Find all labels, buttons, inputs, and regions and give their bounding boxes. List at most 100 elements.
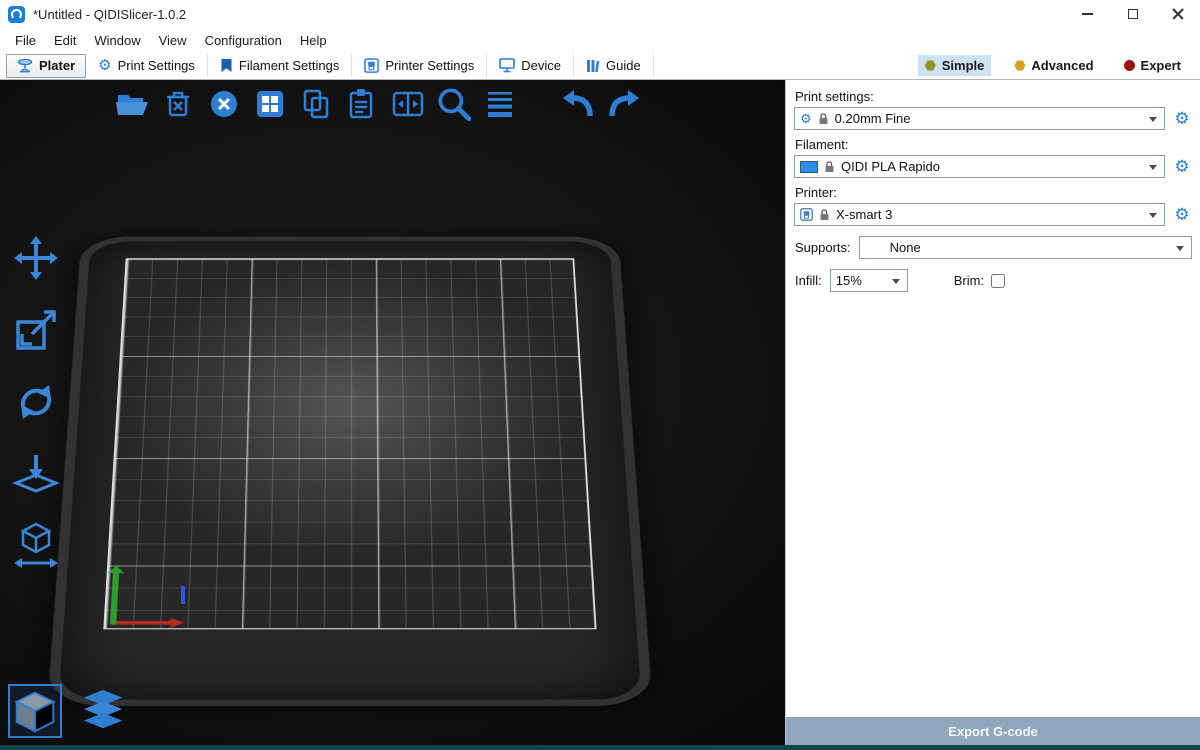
measure-button[interactable] [8,520,64,572]
3d-viewport[interactable] [0,80,785,750]
printer-settings-icon [364,58,379,73]
tab-guide[interactable]: Guide [574,54,654,77]
filament-color-swatch [800,161,818,173]
print-settings-value: 0.20mm Fine [835,111,911,126]
move-button[interactable] [8,232,64,284]
paste-icon [343,85,381,123]
filament-label: Filament: [795,137,1192,152]
tab-device[interactable]: Device [487,54,574,77]
printer-label: Printer: [795,185,1192,200]
z-axis-indicator [181,586,185,604]
printer-gear-button[interactable]: ⚙ [1172,205,1192,225]
supports-label: Supports: [795,240,851,255]
mode-simple[interactable]: Simple [918,55,992,76]
tab-print-settings[interactable]: ⚙ Print Settings [86,54,208,77]
menu-view[interactable]: View [150,30,196,51]
filament-gear-button[interactable]: ⚙ [1172,157,1192,177]
split-icon [389,85,427,123]
scale-button[interactable] [8,304,64,356]
profile-gear-icon: ⚙ [800,112,812,125]
infill-combo[interactable]: 15% [830,269,908,292]
maximize-button[interactable] [1110,0,1155,28]
tab-filament-settings-label: Filament Settings [239,58,339,73]
rotate-button[interactable] [8,376,64,428]
filament-combo[interactable]: QIDI PLA Rapido [794,155,1165,178]
top-toolbar [112,84,644,124]
view-toggles [8,684,130,738]
printer-icon [800,208,813,221]
variable-layer-height-icon [481,85,519,123]
chevron-down-icon [1176,246,1184,251]
mode-advanced-label: Advanced [1031,58,1093,73]
layers-view-icon [80,688,126,734]
tab-printer-settings-label: Printer Settings [385,58,474,73]
print-settings-gear-button[interactable]: ⚙ [1172,109,1192,129]
bed-grid-surface [103,258,596,629]
redo-icon [605,85,643,123]
3d-view-button[interactable] [8,684,62,738]
tab-printer-settings[interactable]: Printer Settings [352,54,487,77]
copy-button[interactable] [296,84,336,124]
guide-icon [586,59,600,73]
menu-help[interactable]: Help [291,30,336,51]
redo-button[interactable] [604,84,644,124]
undo-button[interactable] [558,84,598,124]
print-bed [115,95,585,750]
menu-file[interactable]: File [6,30,45,51]
move-icon [12,234,60,282]
menu-configuration[interactable]: Configuration [196,30,291,51]
arrange-button[interactable] [250,84,290,124]
x-axis-indicator [110,621,179,625]
layers-view-button[interactable] [76,684,130,738]
filament-value: QIDI PLA Rapido [841,159,940,174]
settings-sidebar: Print settings: ⚙ 0.20mm Fine ⚙ Filament… [785,80,1200,750]
mode-expert-label: Expert [1141,58,1181,73]
mode-advanced[interactable]: Advanced [1007,55,1100,76]
left-toolbar [8,232,64,572]
printer-combo[interactable]: X-smart 3 [794,203,1165,226]
lock-icon [824,161,835,173]
split-button[interactable] [388,84,428,124]
variable-layer-height-button[interactable] [480,84,520,124]
infill-value: 15% [836,273,862,288]
minimize-icon [1082,13,1093,15]
open-button[interactable] [112,84,152,124]
measure-icon [12,522,60,570]
maximize-icon [1128,9,1138,19]
delete-button[interactable] [158,84,198,124]
mode-switcher: Simple Advanced Expert [918,55,1200,76]
brim-checkbox[interactable] [991,274,1005,288]
menu-edit[interactable]: Edit [45,30,85,51]
tab-filament-settings[interactable]: Filament Settings [208,54,352,77]
lock-icon [818,113,829,125]
place-on-face-button[interactable] [8,448,64,500]
print-settings-combo[interactable]: ⚙ 0.20mm Fine [794,107,1165,130]
tab-plater[interactable]: Plater [6,54,86,78]
mode-expert[interactable]: Expert [1117,55,1188,76]
supports-combo[interactable]: None [859,236,1192,259]
paste-button[interactable] [342,84,382,124]
mode-expert-icon [1124,60,1135,71]
tab-plater-label: Plater [39,58,75,73]
search-button[interactable] [434,84,474,124]
arrange-icon [251,85,289,123]
close-icon [1172,8,1184,20]
mode-advanced-icon [1014,60,1025,71]
supports-value: None [890,240,921,255]
menu-bar: File Edit Window View Configuration Help [0,28,1200,52]
chevron-down-icon [1149,165,1157,170]
open-folder-icon [113,85,151,123]
delete-all-button[interactable] [204,84,244,124]
mode-simple-label: Simple [942,58,985,73]
rotate-icon [12,378,60,426]
close-button[interactable] [1155,0,1200,28]
app-window: *Untitled - QIDISlicer-1.0.2 File Edit W… [0,0,1200,750]
place-on-face-icon [12,450,60,498]
minimize-button[interactable] [1065,0,1110,28]
viewport-bottom-strip [0,745,1200,750]
menu-window[interactable]: Window [85,30,149,51]
y-axis-indicator [110,569,120,625]
filament-settings-icon [220,58,233,73]
export-gcode-button[interactable]: Export G-code [786,717,1200,745]
app-logo-icon [8,6,25,23]
